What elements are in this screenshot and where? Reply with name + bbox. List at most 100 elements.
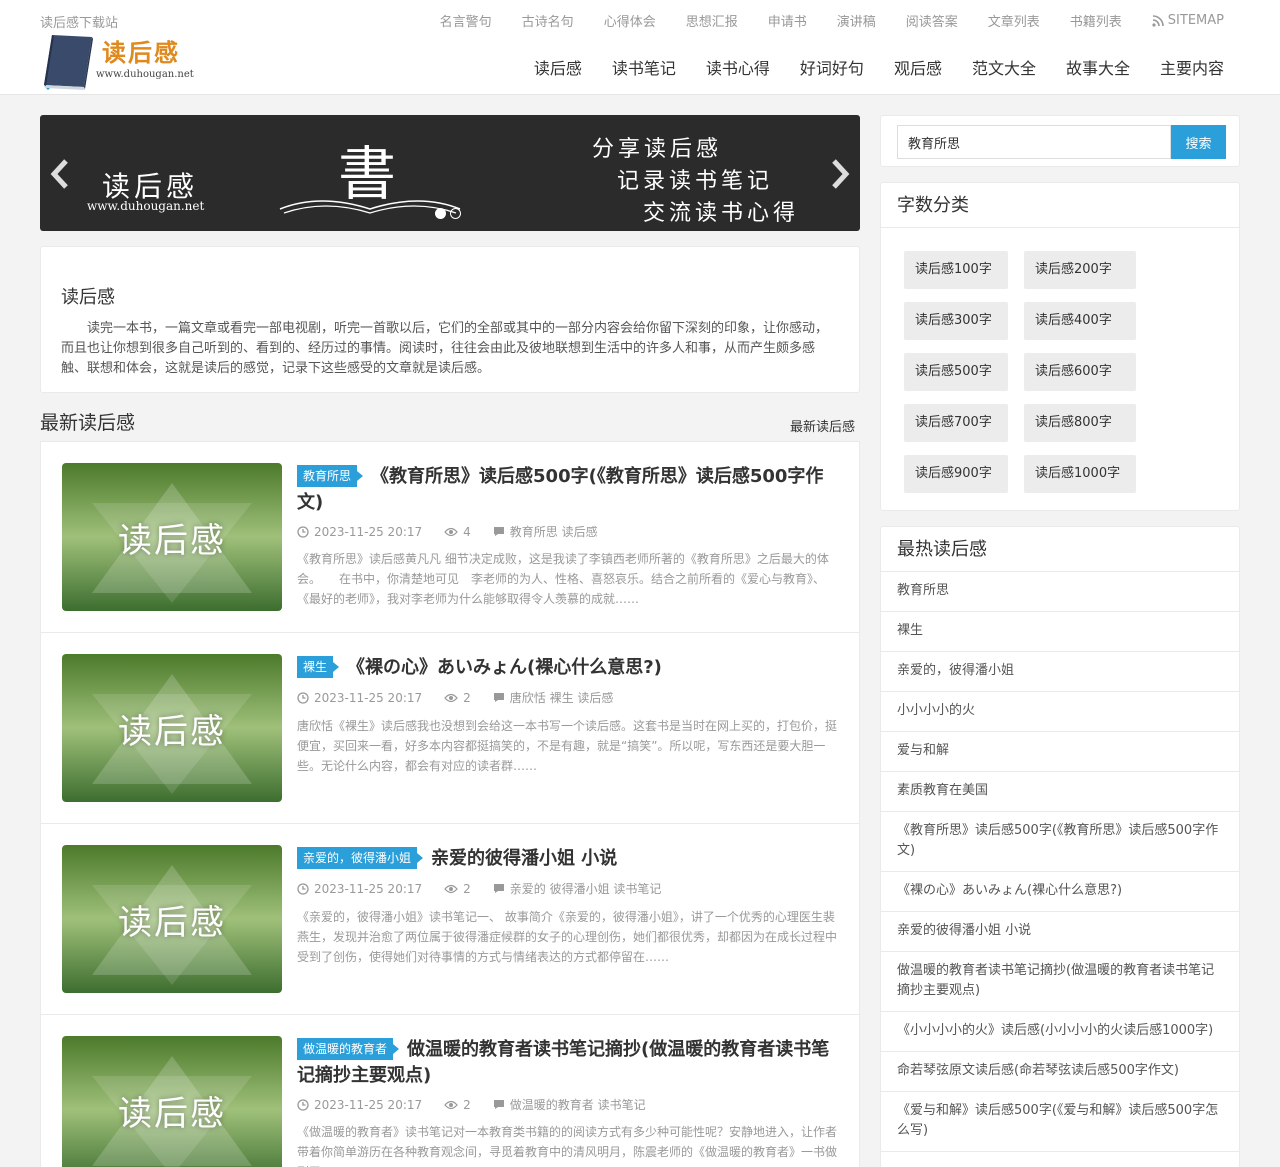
article-views: 4 [463, 524, 471, 539]
main-nav-item[interactable]: 好词好句 [800, 55, 864, 79]
thumb-text: 读后感 [118, 521, 226, 561]
article-tags[interactable]: 做温暖的教育者 读书笔记 [510, 1096, 646, 1113]
category-badge[interactable]: 亲爱的，彼得潘小姐 [297, 847, 424, 869]
article-tags[interactable]: 亲爱的 彼得潘小姐 读书笔记 [510, 880, 662, 897]
hot-item[interactable]: 教育所思 [881, 572, 1239, 612]
thumb-text: 读后感 [118, 712, 226, 752]
slider-next-arrow-icon[interactable] [830, 157, 852, 191]
hot-item[interactable]: 《爱与和解》读后感500字(《爱与和解》读后感500字怎么写) [881, 1092, 1239, 1152]
word-count-tag[interactable]: 读后感200字 [1024, 251, 1136, 289]
main-nav-item[interactable]: 故事大全 [1066, 55, 1130, 79]
article-item: 读后感 亲爱的，彼得潘小姐 亲爱的彼得潘小姐 小说 2023-11-25 20:1… [40, 823, 860, 1014]
word-count-tag[interactable]: 读后感900字 [904, 455, 1008, 493]
main-nav-item[interactable]: 读后感 [534, 55, 582, 79]
hot-item[interactable]: 小小小小的火 [881, 692, 1239, 732]
top-nav-item[interactable]: 阅读答案 [906, 11, 958, 30]
hot-item[interactable]: 爱与和解 [881, 732, 1239, 772]
word-count-tag[interactable]: 读后感1000字 [1024, 455, 1136, 493]
main-nav-item[interactable]: 读书心得 [706, 55, 770, 79]
main-nav-item[interactable]: 读书笔记 [612, 55, 676, 79]
hot-item[interactable]: 亲爱的彼得潘小姐 小说 [881, 912, 1239, 952]
word-count-tag[interactable]: 读后感500字 [904, 353, 1008, 391]
article-heading: 裸生 《裸の心》あいみょん(裸心什么意思?) [297, 655, 837, 681]
hot-item[interactable]: 《裸の心》あいみょん(裸心什么意思?) [881, 872, 1239, 912]
site-download-link[interactable]: 读后感下载站 [40, 12, 118, 31]
hot-item[interactable]: 做温暖的教育者读书笔记摘抄(做温暖的教育者读书笔记摘抄主要观点) [881, 952, 1239, 1012]
article-thumbnail[interactable]: 读后感 [62, 463, 282, 611]
eye-icon [444, 1100, 458, 1109]
article-date: 2023-11-25 20:17 [314, 881, 423, 896]
category-badge[interactable]: 裸生 [297, 656, 340, 678]
search-input[interactable] [897, 125, 1171, 159]
article-date: 2023-11-25 20:17 [314, 524, 423, 539]
article-title[interactable]: 亲爱的彼得潘小姐 小说 [431, 848, 617, 869]
banner-line-2: 记录读书笔记 [617, 169, 774, 194]
word-count-tag[interactable]: 读后感800字 [1024, 404, 1136, 442]
slider-dot[interactable] [435, 208, 446, 219]
comment-icon [493, 527, 504, 536]
article-meta: 2023-11-25 20:17 2 亲爱的 彼得潘小姐 读书笔记 [297, 880, 683, 897]
top-nav-item[interactable]: 心得体会 [604, 11, 656, 30]
hot-item[interactable]: 命若琴弦原文读后感(命若琴弦读后感500字作文) [881, 1052, 1239, 1092]
article-heading: 教育所思 《教育所思》读后感500字(《教育所思》读后感500字作文) [297, 464, 837, 516]
hot-item[interactable]: 素质教育在美国 [881, 772, 1239, 812]
top-nav-item[interactable]: 文章列表 [988, 11, 1040, 30]
top-nav-item[interactable]: 申请书 [768, 11, 807, 30]
article-tags[interactable]: 教育所思 读后感 [510, 523, 598, 540]
slider-dots [435, 208, 461, 219]
eye-icon [444, 693, 458, 702]
article-title[interactable]: 《裸の心》あいみょん(裸心什么意思?) [347, 657, 662, 678]
intro-text: 读完一本书，一篇文章或看完一部电视剧，听完一首歌以后，它们的全部或其中的一部分内… [61, 321, 829, 376]
sitemap-link[interactable]: SITEMAP [1152, 11, 1224, 30]
word-count-tag[interactable]: 读后感700字 [904, 404, 1008, 442]
top-nav: 名言警句 古诗名句 心得体会 思想汇报 申请书 演讲稿 阅读答案 文章列表 书籍… [410, 11, 1224, 30]
main-nav: 读后感 读书笔记 读书心得 好词好句 观后感 范文大全 故事大全 主要内容 [504, 55, 1224, 79]
slider-dot[interactable] [450, 208, 461, 219]
hot-item[interactable]: 《小小小小的火》读后感(小小小小的火读后感1000字) [881, 1012, 1239, 1052]
top-nav-item[interactable]: 演讲稿 [837, 11, 876, 30]
banner-line-3: 交流读书心得 [643, 201, 800, 226]
latest-more-link[interactable]: 最新读后感 [790, 416, 855, 435]
clock-icon [297, 691, 309, 704]
word-count-tag[interactable]: 读后感300字 [904, 302, 1008, 340]
word-count-tag[interactable]: 读后感100字 [904, 251, 1008, 289]
slider-prev-arrow-icon[interactable] [48, 157, 70, 191]
main-nav-item[interactable]: 主要内容 [1160, 55, 1224, 79]
banner-slider[interactable]: 读后感 www.duhougan.net 書 分享读后感 记录读书笔记 交流读书… [40, 115, 860, 231]
comment-icon [493, 693, 504, 702]
article-heading: 亲爱的，彼得潘小姐 亲爱的彼得潘小姐 小说 [297, 846, 837, 872]
thumb-text: 读后感 [118, 1094, 226, 1134]
category-badge[interactable]: 教育所思 [297, 465, 364, 487]
category-badge[interactable]: 做温暖的教育者 [297, 1038, 400, 1060]
site-logo[interactable]: 读后感 www.duhougan.net [40, 33, 200, 91]
hot-item[interactable]: 亲爱的，彼得潘小姐 [881, 652, 1239, 692]
hot-title: 最热读后感 [881, 527, 1239, 572]
article-thumbnail[interactable]: 读后感 [62, 654, 282, 802]
clock-icon [297, 1098, 309, 1111]
hot-item[interactable]: 《教育所思》读后感500字(《教育所思》读后感500字作文) [881, 812, 1239, 872]
word-count-tag[interactable]: 读后感400字 [1024, 302, 1136, 340]
top-nav-item[interactable]: 古诗名句 [522, 11, 574, 30]
top-nav-item[interactable]: 思想汇报 [686, 11, 738, 30]
word-count-widget: 字数分类 读后感100字 读后感200字 读后感300字 读后感400字 读后感… [880, 182, 1240, 511]
banner-url: www.duhougan.net [87, 199, 205, 213]
article-tags[interactable]: 唐欣恬 裸生 读后感 [510, 689, 614, 706]
logo-url: www.duhougan.net [96, 69, 194, 80]
main-nav-item[interactable]: 范文大全 [972, 55, 1036, 79]
word-count-tag[interactable]: 读后感600字 [1024, 353, 1136, 391]
article-thumbnail[interactable]: 读后感 [62, 845, 282, 993]
search-button[interactable]: 搜索 [1171, 125, 1226, 159]
eye-icon [444, 527, 458, 536]
article-title[interactable]: 《教育所思》读后感500字(《教育所思》读后感500字作文) [297, 466, 823, 513]
main-nav-item[interactable]: 观后感 [894, 55, 942, 79]
article-date: 2023-11-25 20:17 [314, 690, 423, 705]
article-meta: 2023-11-25 20:17 2 唐欣恬 裸生 读后感 [297, 689, 635, 706]
clock-icon [297, 882, 309, 895]
banner-line-1: 分享读后感 [592, 137, 723, 162]
top-nav-item[interactable]: 书籍列表 [1070, 11, 1122, 30]
article-excerpt: 唐欣恬《裸生》读后感我也没想到会给这一本书写一个读后感。这套书是当时在网上买的，… [297, 719, 838, 773]
hot-item[interactable]: 裸生 [881, 612, 1239, 652]
article-thumbnail[interactable]: 读后感 [62, 1036, 282, 1167]
top-nav-item[interactable]: 名言警句 [440, 11, 492, 30]
article-meta: 2023-11-25 20:17 2 做温暖的教育者 读书笔记 [297, 1096, 668, 1113]
